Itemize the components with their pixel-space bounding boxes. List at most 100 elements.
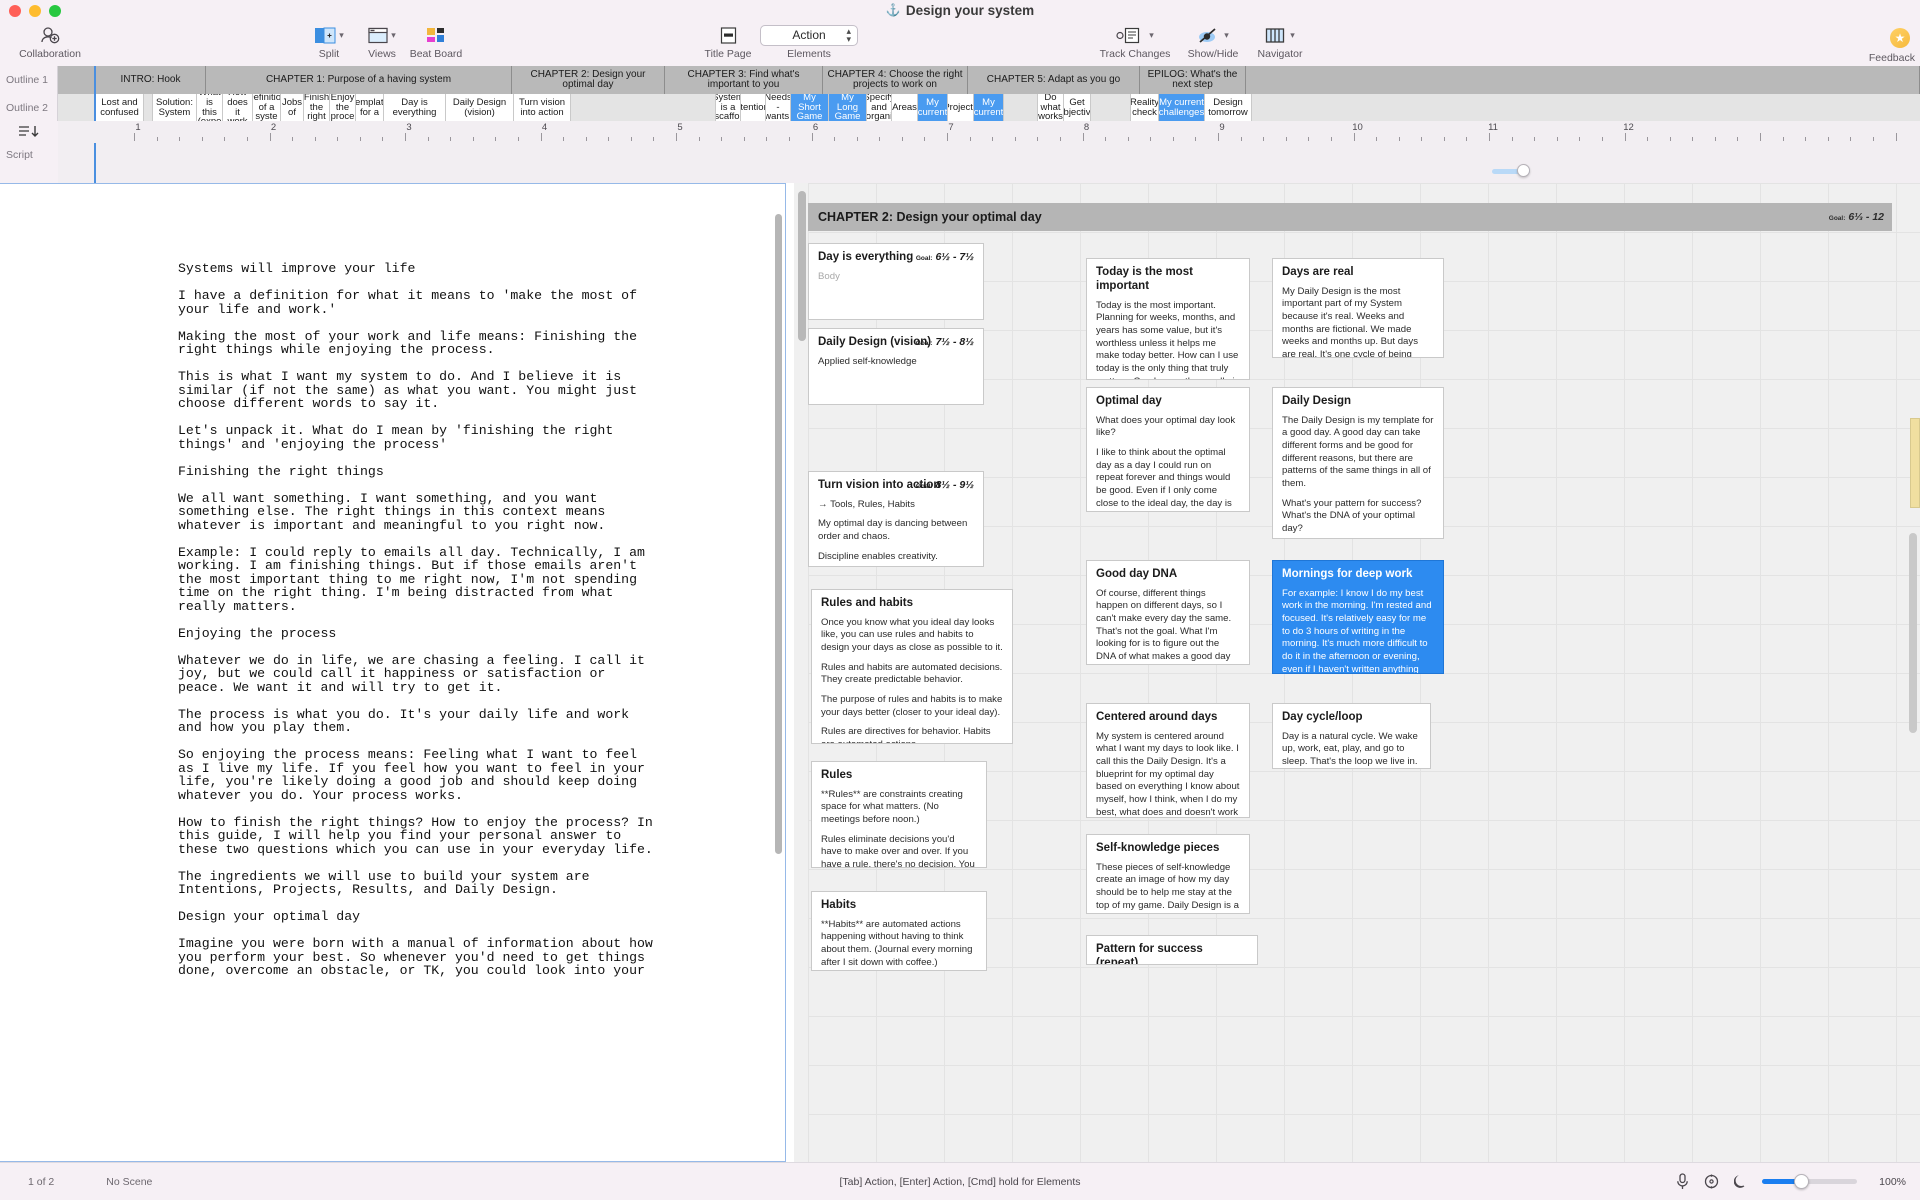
elements-select[interactable]: Action ▴ ▾ — [760, 24, 858, 46]
outline-2-cell[interactable]: My Short Game — [791, 94, 829, 121]
outline-2-cell[interactable] — [58, 94, 96, 121]
outline-1-cell[interactable]: CHAPTER 3: Find what's important to you — [665, 66, 823, 94]
corkboard-card-rules-and-habits[interactable]: Rules and habits Once you know what you i… — [811, 589, 1013, 744]
toolbar-collaboration[interactable]: Collaboration — [14, 24, 86, 60]
toolbar-title-page[interactable]: Title Page — [700, 24, 756, 60]
outline-2-cell[interactable] — [1091, 94, 1131, 121]
toolbar-navigator[interactable]: ▾ Navigator — [1246, 24, 1314, 60]
views-chevron-down-icon[interactable]: ▾ — [391, 30, 396, 40]
corkboard-card-optimal-day[interactable]: Optimal day What does your optimal day lo… — [1086, 387, 1250, 512]
outline-2-cell[interactable]: Day is everything — [384, 94, 446, 121]
toolbar-elements[interactable]: Action ▴ ▾ Elements — [758, 24, 860, 60]
corkboard-card-days-are-real[interactable]: Days are real My Daily Design is the most… — [1272, 258, 1444, 358]
outline-2-cell[interactable]: Lost and confused — [96, 94, 144, 121]
outline-2-cell[interactable]: My current — [974, 94, 1004, 121]
outline-2-cell[interactable]: Reality check — [1131, 94, 1159, 121]
outline-2-cell[interactable] — [1004, 94, 1038, 121]
ruler-number: 7 — [948, 122, 954, 133]
outline-2-cell[interactable]: My Long Game — [829, 94, 867, 121]
script-zoom-knob[interactable] — [1517, 164, 1530, 177]
ruler-tick — [1556, 137, 1558, 141]
outline-2-cell[interactable]: Do what works — [1038, 94, 1064, 121]
ruler-number: 4 — [541, 122, 548, 133]
script-playhead[interactable] — [94, 143, 96, 183]
document-editor[interactable]: Systems will improve your life I have a d… — [0, 183, 786, 1162]
show-hide-chevron-down-icon[interactable]: ▾ — [1224, 30, 1229, 40]
outline-2-cell[interactable] — [1252, 94, 1920, 121]
feedback-star-icon[interactable]: ★ — [1890, 28, 1910, 48]
outline-1-cell[interactable]: EPILOG: What's the next step — [1140, 66, 1246, 94]
outline-playhead[interactable] — [94, 66, 96, 121]
outline-2-cell[interactable] — [571, 94, 716, 121]
corkboard-card-good-day-dna[interactable]: Good day DNA Of course, different things … — [1086, 560, 1250, 665]
outline-2-cell[interactable]: Finish the right — [304, 94, 330, 121]
moon-icon[interactable] — [1734, 1173, 1747, 1190]
outline-1-cell[interactable] — [58, 66, 96, 94]
corkboard-card-day-is-everything[interactable]: Day is everything Goal: 6½ - 7½ Body — [808, 243, 984, 320]
corkboard-card-daily-design[interactable]: Daily Design The Daily Design is my templ… — [1272, 387, 1444, 539]
document-text[interactable]: Systems will improve your life I have a d… — [178, 262, 658, 991]
toolbar-split[interactable]: ▾ Split — [304, 24, 354, 60]
toolbar-track-changes[interactable]: ▾ Track Changes — [1096, 24, 1174, 60]
outline-2-cell[interactable]: Turn vision into action — [514, 94, 571, 121]
split-chevron-down-icon[interactable]: ▾ — [339, 30, 344, 40]
outline-2-cell[interactable]: Areas — [892, 94, 918, 121]
outline-1-cell[interactable]: INTRO: Hook — [96, 66, 206, 94]
card-body: Once you know what you ideal day looks l… — [821, 617, 1003, 743]
corkboard-card-day-cycle-loop[interactable]: Day cycle/loop Day is a natural cycle. We… — [1272, 703, 1431, 769]
corkboard-card-self-knowledge-pieces[interactable]: Self-knowledge pieces These pieces of sel… — [1086, 834, 1250, 914]
zoom-slider[interactable] — [1762, 1174, 1857, 1189]
outline-2-cell[interactable]: Solution: System — [153, 94, 197, 121]
script-strip[interactable] — [58, 143, 1920, 183]
corkboard-card-daily-design-vision[interactable]: Daily Design (vision) Goal: 7½ - 8½ Applied… — [808, 328, 984, 405]
outline-2-cell[interactable]: System is a scaffol — [716, 94, 741, 121]
outline-1-cell[interactable]: CHAPTER 1: Purpose of a having system — [206, 66, 512, 94]
corkboard-card-rules[interactable]: Rules **Rules** are constraints creating … — [811, 761, 987, 868]
outline-2-cell[interactable]: Projects — [948, 94, 974, 121]
outline-2-cell[interactable]: Enjoy the proce — [330, 94, 356, 121]
chapter-header[interactable]: CHAPTER 2: Design your optimal day Goal:… — [808, 203, 1892, 231]
outline-1-cell[interactable]: CHAPTER 5: Adapt as you go — [968, 66, 1140, 94]
outline-2-cell[interactable]: My current — [918, 94, 948, 121]
navigator-chevron-down-icon[interactable]: ▾ — [1290, 30, 1295, 40]
ruler-gutter-icon[interactable] — [0, 121, 58, 143]
outline-2-cell[interactable]: Daily Design (vision) — [446, 94, 514, 121]
outline-2-cell[interactable]: How does it work — [223, 94, 253, 121]
corkboard-card-habits[interactable]: Habits **Habits** are automated actions h… — [811, 891, 987, 971]
corkboard-card-centered-around-days[interactable]: Centered around days My system is centere… — [1086, 703, 1250, 818]
toolbar-show-hide[interactable]: ▾ Show/Hide — [1177, 24, 1249, 60]
outline-2-cell[interactable] — [144, 94, 153, 121]
status-left: 1 of 2 No Scene — [28, 1176, 152, 1188]
stepper-icon[interactable]: ▴ ▾ — [846, 27, 851, 44]
corkboard-scrollbar[interactable] — [1909, 533, 1917, 733]
outline-2-cell[interactable]: What is this (expe — [197, 94, 223, 121]
outline-2-cell[interactable]: Design tomorrow — [1205, 94, 1252, 121]
toolbar-views[interactable]: ▾ Views — [356, 24, 408, 60]
outline-2-cell[interactable]: Template for a — [356, 94, 384, 121]
outline-1-cell[interactable] — [1246, 66, 1920, 94]
outline-1-cell[interactable]: CHAPTER 2: Design your optimal day — [512, 66, 665, 94]
editor-split-scrollbar[interactable] — [798, 191, 806, 341]
toolbar-beat-board[interactable]: Beat Board — [405, 24, 467, 60]
corkboard-card-pattern-for-success[interactable]: Pattern for success (repeat) — [1086, 935, 1258, 965]
track-changes-chevron-down-icon[interactable]: ▾ — [1149, 30, 1154, 40]
outline-2-cell[interactable]: Get objective — [1064, 94, 1091, 121]
compass-icon[interactable] — [1704, 1173, 1719, 1190]
outline-2-cell[interactable]: Specify and organi — [867, 94, 892, 121]
corkboard-panel[interactable]: CHAPTER 2: Design your optimal day Goal:… — [794, 183, 1920, 1162]
editor-scrollbar[interactable] — [775, 214, 782, 854]
outline-2-cell[interactable]: Intentions — [741, 94, 766, 121]
ruler-tick — [1105, 137, 1107, 141]
corkboard-card-today-is-the-most-important[interactable]: Today is the most important Today is the … — [1086, 258, 1250, 380]
outline-1-cell[interactable]: CHAPTER 4: Choose the right projects to … — [823, 66, 968, 94]
outline-2-cell[interactable]: Definition of a syste — [253, 94, 281, 121]
corkboard-card-turn-vision-into-action[interactable]: Turn vision into action Goal: 8½ - 9½ → Too… — [808, 471, 984, 567]
corkboard-card-mornings-for-deep-work[interactable]: Mornings for deep work For example: I kno… — [1272, 560, 1444, 674]
microphone-icon[interactable] — [1676, 1173, 1689, 1190]
zoom-slider-knob[interactable] — [1794, 1174, 1809, 1189]
outline-2-cell[interactable]: Needs - wants, — [766, 94, 791, 121]
outline-2-cell[interactable]: Jobs of — [281, 94, 304, 121]
outline-2-cell[interactable]: My current challenges — [1159, 94, 1205, 121]
ruler[interactable]: 1 2 3 4 5 6 7 8 9 10 11 12 — [58, 121, 1920, 143]
card-goal: Goal: 8½ - 9½ — [916, 479, 974, 491]
